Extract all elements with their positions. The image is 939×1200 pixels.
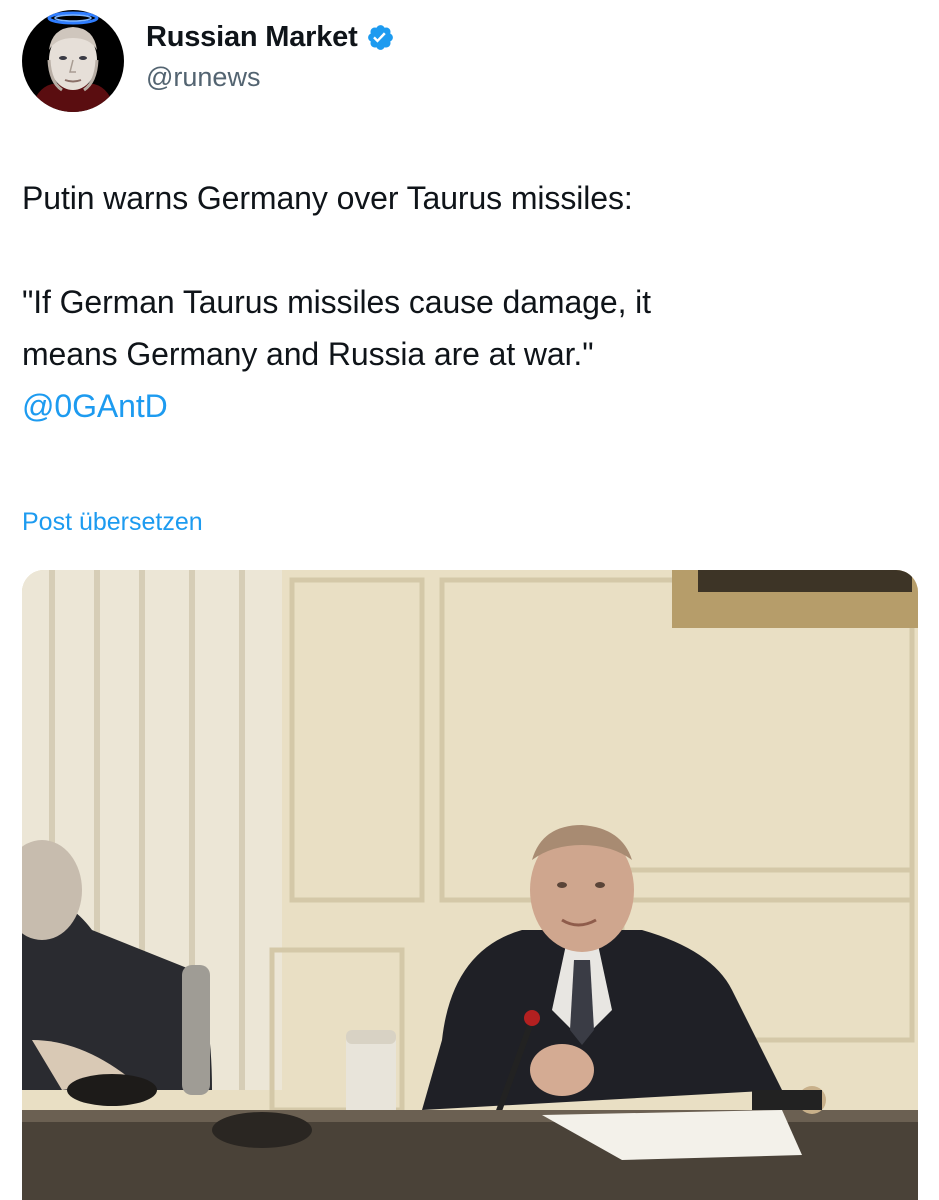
mention-link[interactable]: @0GAntD [22, 388, 168, 424]
tweet-text: Putin warns Germany over Taurus missiles… [22, 172, 902, 432]
author-handle[interactable]: @runews [146, 62, 395, 93]
tweet-quote-line-2: means Germany and Russia are at war." [22, 336, 594, 372]
author-display-name[interactable]: Russian Market [146, 21, 358, 54]
verified-badge-icon[interactable] [366, 23, 395, 52]
translate-post-link[interactable]: Post übersetzen [22, 508, 203, 537]
avatar[interactable] [22, 10, 124, 112]
tweet: Russian Market @runews Putin warns Germa… [0, 0, 939, 1200]
author-names: Russian Market @runews [146, 21, 395, 93]
paragraph-break [22, 224, 902, 276]
tweet-media-image[interactable] [22, 570, 918, 1200]
tweet-quote-line-1: "If German Taurus missiles cause damage,… [22, 284, 651, 320]
tweet-text-line-1: Putin warns Germany over Taurus missiles… [22, 180, 633, 216]
author-name-row[interactable]: Russian Market [146, 21, 395, 54]
tweet-header: Russian Market @runews [22, 6, 395, 116]
